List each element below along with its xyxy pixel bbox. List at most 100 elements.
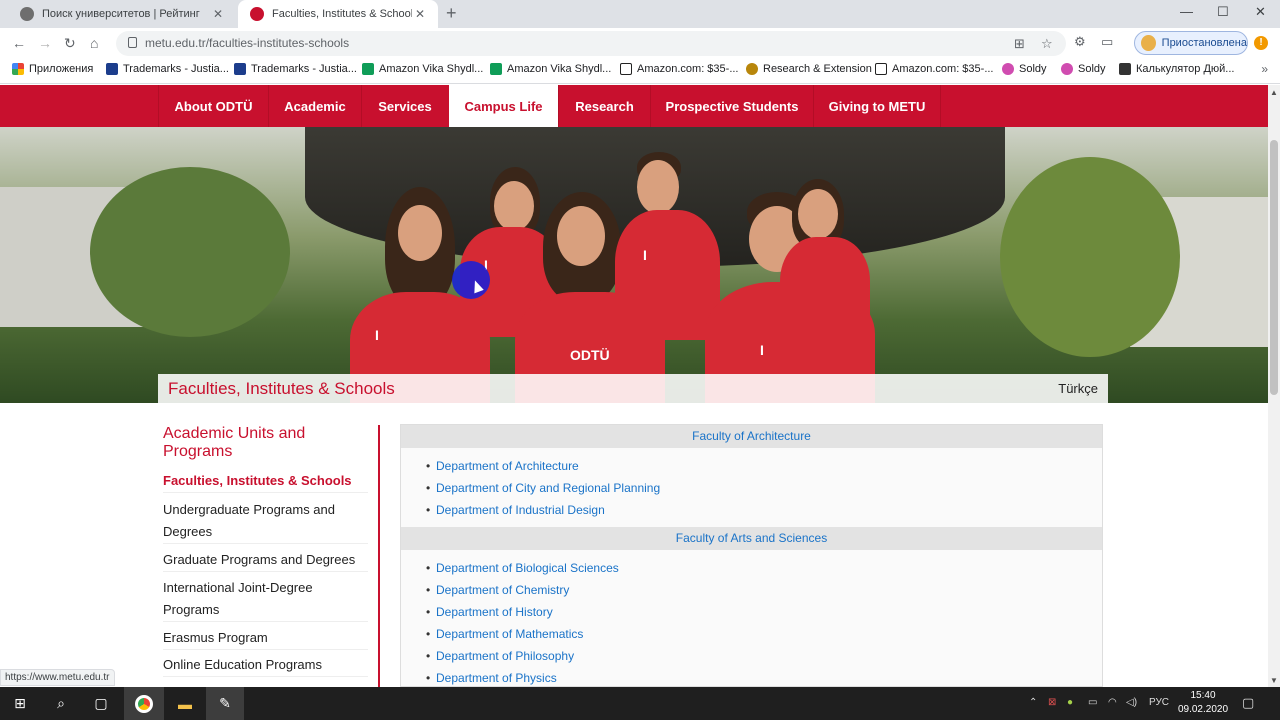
browser-tab-faculties[interactable]: Faculties, Institutes & Schools | M ✕ [238, 0, 438, 28]
scroll-up-icon[interactable]: ▲ [1270, 88, 1278, 97]
tab-title: Faculties, Institutes & Schools | M [272, 8, 412, 20]
scrollbar-thumb[interactable] [1270, 140, 1278, 395]
bookmark-amazon-vika-2[interactable]: Amazon Vika Shydl... [490, 63, 611, 75]
bookmark-trademarks-1[interactable]: Trademarks - Justia... [106, 63, 229, 75]
research-icon [746, 63, 758, 75]
cursor-highlight [452, 261, 490, 299]
nav-giving[interactable]: Giving to METU [813, 85, 941, 127]
volume-icon[interactable]: ◁) [1126, 697, 1137, 708]
maximize-icon[interactable]: ☐ [1217, 4, 1229, 20]
sidebar: Academic Units and Programs Faculties, I… [158, 425, 380, 687]
notifications-icon[interactable]: ▢ [1242, 695, 1254, 711]
bookmark-apps[interactable]: Приложения [12, 63, 93, 75]
sidebar-item-undergraduate[interactable]: Undergraduate Programs and Degrees [163, 499, 368, 544]
home-icon[interactable]: ⌂ [90, 35, 98, 51]
forward-arrow-icon[interactable]: → [38, 35, 52, 51]
tray-app-icon[interactable]: ⊠ [1048, 697, 1056, 708]
main-navigation: About ODTÜ Academic Services Campus Life… [0, 85, 1268, 127]
bookmark-calculator[interactable]: Калькулятор Дюй... [1119, 63, 1234, 75]
department-link[interactable]: Department of Biological Sciences [426, 560, 619, 576]
sheets-icon [490, 63, 502, 75]
department-link[interactable]: Department of History [426, 604, 553, 620]
tree [90, 167, 290, 337]
task-view-icon[interactable]: ▢ [82, 687, 120, 720]
bookmark-trademarks-2[interactable]: Trademarks - Justia... [234, 63, 357, 75]
sidebar-item-online-education[interactable]: Online Education Programs [163, 654, 368, 677]
windows-taskbar: ⊞ ⌕ ▢ ▬ ✎ ⌃ ⊠ ● ▭ ◠ ◁) РУС 15:40 09.02.2… [0, 687, 1280, 720]
chrome-taskbar-icon[interactable] [124, 687, 164, 720]
bookmarks-bar: Приложения Trademarks - Justia... Tradem… [0, 59, 1280, 84]
update-alert-icon[interactable]: ! [1254, 36, 1268, 50]
justia-icon [234, 63, 246, 75]
department-link[interactable]: Department of City and Regional Planning [426, 480, 660, 496]
extension-icon[interactable]: ⚙ [1074, 34, 1086, 50]
search-icon[interactable]: ⌕ [42, 687, 80, 720]
windows-start-icon[interactable]: ⊞ [0, 687, 40, 720]
tray-status-icon[interactable]: ● [1067, 697, 1073, 708]
close-icon[interactable]: ✕ [412, 7, 428, 21]
department-link[interactable]: Department of Architecture [426, 458, 579, 474]
reload-icon[interactable]: ↻ [64, 35, 76, 52]
bookmark-amazon-1[interactable]: Amazon.com: $35-... [620, 63, 739, 75]
nav-research[interactable]: Research [558, 85, 650, 127]
nav-campus-life[interactable]: Campus Life [449, 85, 558, 127]
bookmark-star-icon[interactable]: ☆ [1041, 36, 1053, 52]
page-title: Faculties, Institutes & Schools [168, 379, 395, 398]
close-icon[interactable]: ✕ [210, 7, 226, 21]
address-url: metu.edu.tr/faculties-institutes-schools [145, 36, 350, 50]
hero-banner-image: I I ODTÜ I I [0, 127, 1268, 403]
page-viewport: About ODTÜ Academic Services Campus Life… [0, 85, 1268, 687]
bookmark-research-extension[interactable]: Research & Extension [746, 63, 872, 75]
browser-tab-university-search[interactable]: Поиск университетов | Рейтинг ✕ [8, 0, 236, 28]
calculator-icon [1119, 63, 1131, 75]
address-bar[interactable]: metu.edu.tr/faculties-institutes-schools… [116, 31, 1066, 56]
sidebar-item-joint-degree[interactable]: International Joint-Degree Programs [163, 577, 368, 622]
translate-icon[interactable]: ⊞ [1014, 36, 1025, 52]
lock-icon [128, 37, 137, 48]
soldy-icon [1061, 63, 1073, 75]
sidebar-item-erasmus[interactable]: Erasmus Program [163, 627, 368, 650]
system-clock[interactable]: 15:40 09.02.2020 [1172, 689, 1234, 717]
bookmark-soldy-1[interactable]: Soldy [1002, 63, 1047, 75]
file-explorer-icon[interactable]: ▬ [166, 687, 204, 720]
nav-prospective-students[interactable]: Prospective Students [650, 85, 813, 127]
page-scrollbar[interactable]: ▲ ▼ [1268, 85, 1280, 687]
department-link[interactable]: Department of Philosophy [426, 648, 574, 664]
profile-paused-button[interactable]: Приостановлена [1134, 31, 1248, 55]
new-tab-plus-icon[interactable]: + [446, 3, 457, 24]
sidebar-item-graduate[interactable]: Graduate Programs and Degrees [163, 549, 368, 572]
input-language[interactable]: РУС [1149, 697, 1169, 708]
faculty-heading-arts-sciences[interactable]: Faculty of Arts and Sciences [401, 527, 1102, 550]
scroll-down-icon[interactable]: ▼ [1270, 676, 1278, 685]
bookmark-amazon-2[interactable]: Amazon.com: $35-... [875, 63, 994, 75]
nav-services[interactable]: Services [361, 85, 448, 127]
tab-favicon-icon [20, 7, 34, 21]
app-taskbar-icon[interactable]: ✎ [206, 687, 244, 720]
department-link[interactable]: Department of Chemistry [426, 582, 569, 598]
link-status-bar: https://www.metu.edu.tr [0, 669, 115, 686]
page-title-bar: Faculties, Institutes & Schools Türkçe [158, 374, 1108, 403]
battery-icon[interactable]: ▭ [1088, 697, 1097, 708]
language-switch-link[interactable]: Türkçe [1058, 381, 1098, 396]
faculty-heading-architecture[interactable]: Faculty of Architecture [401, 425, 1102, 448]
amazon-icon [620, 63, 632, 75]
nav-academic[interactable]: Academic [268, 85, 361, 127]
apps-grid-icon [12, 63, 24, 75]
wifi-icon[interactable]: ◠ [1108, 697, 1117, 708]
bookmark-amazon-vika-1[interactable]: Amazon Vika Shydl... [362, 63, 483, 75]
back-arrow-icon[interactable]: ← [12, 35, 26, 51]
cast-icon[interactable]: ▭ [1101, 34, 1113, 50]
department-link[interactable]: Department of Industrial Design [426, 502, 605, 518]
minimize-icon[interactable]: — [1180, 4, 1193, 19]
more-bookmarks-icon[interactable]: » [1261, 62, 1268, 76]
department-link[interactable]: Department of Mathematics [426, 626, 583, 642]
tray-expand-icon[interactable]: ⌃ [1029, 697, 1037, 708]
sidebar-item-faculties[interactable]: Faculties, Institutes & Schools [163, 470, 368, 493]
window-close-icon[interactable]: ✕ [1255, 4, 1266, 20]
bookmark-soldy-2[interactable]: Soldy [1061, 63, 1106, 75]
sidebar-heading: Academic Units and Programs [163, 425, 306, 460]
tab-title: Поиск университетов | Рейтинг [42, 8, 200, 20]
profile-status-label: Приостановлена [1161, 37, 1247, 49]
nav-about[interactable]: About ODTÜ [158, 85, 268, 127]
department-link[interactable]: Department of Physics [426, 670, 557, 686]
